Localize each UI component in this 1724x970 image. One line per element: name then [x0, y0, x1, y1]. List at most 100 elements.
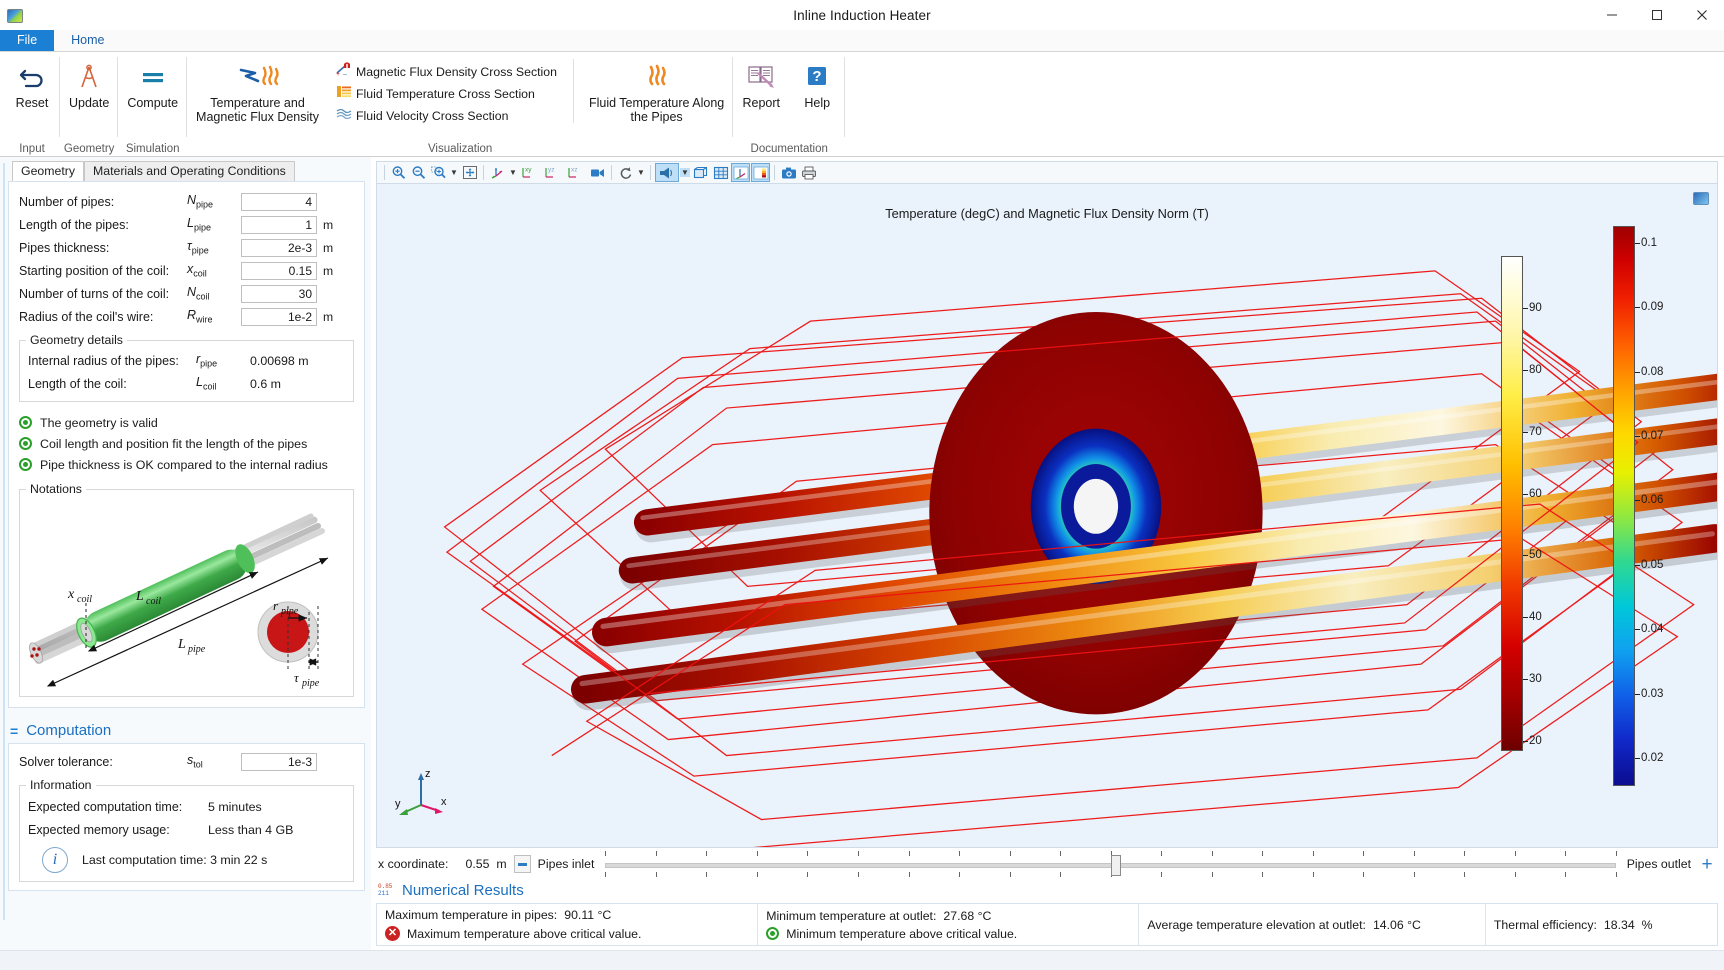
fluid-velocity-cross-section-button[interactable]: Fluid Velocity Cross Section [332, 105, 561, 127]
x-coordinate-value: 0.55 [455, 857, 489, 871]
svg-text:+: + [336, 71, 340, 77]
label-expected-memory-usage: Expected memory usage: [28, 823, 208, 837]
zoom-out-button[interactable] [409, 163, 428, 182]
show-grid-button[interactable] [691, 163, 710, 182]
temperature-colorbar-gradient [1501, 256, 1523, 751]
info-icon: i [42, 847, 68, 873]
computation-header: = Computation [10, 722, 365, 739]
numerical-results-title: Numerical Results [402, 882, 524, 899]
input-solver-tolerance[interactable] [241, 753, 317, 771]
computation-section: = Computation Solver tolerance: stol Inf… [8, 714, 365, 891]
compute-button[interactable]: Compute [118, 57, 187, 110]
field-length-of-the-pipes: Length of the pipes: Lpipe m [19, 213, 354, 236]
view-yz-button[interactable]: yz [542, 163, 564, 182]
value-internal-radius-of-the-pipes: 0.00698 m [250, 354, 309, 368]
notations-group: Notations [19, 489, 354, 697]
reset-button[interactable]: Reset [4, 57, 60, 110]
svg-text:τ: τ [294, 670, 300, 685]
x-coordinate-label: x coordinate: [378, 857, 448, 871]
chevron-down-icon[interactable]: ▼ [449, 168, 459, 177]
result-minimum-temperature-at-outlet: Minimum temperature at outlet: 27.68 °C … [757, 904, 1138, 945]
ribbon-group-label-input: Input [4, 141, 60, 157]
computation-card: Solver tolerance: stol Information Expec… [8, 743, 365, 891]
help-label: Help [804, 96, 830, 110]
field-pipes-thickness: Pipes thickness: τpipe m [19, 236, 354, 259]
go-to-default-view-button[interactable] [488, 163, 507, 182]
row-expected-memory-usage: Expected memory usage: Less than 4 GB [28, 818, 345, 841]
value-minimum-temperature-at-outlet: 27.68 °C [943, 909, 991, 923]
image-snapshot-button[interactable] [779, 163, 798, 182]
symbol-number-of-turns-of-the-coil: Ncoil [187, 285, 241, 302]
symbol-number-of-pipes: Npipe [187, 193, 241, 210]
color-legend-button[interactable] [751, 163, 770, 182]
symbol-radius-of-the-coils-wire: Rwire [187, 308, 241, 325]
chevron-down-icon[interactable]: ▼ [636, 168, 646, 177]
input-starting-position-of-the-coil[interactable] [241, 262, 317, 280]
symbol-starting-position-of-the-coil: xcoil [187, 262, 241, 279]
input-radius-of-the-coils-wire[interactable] [241, 308, 317, 326]
compass-icon [74, 60, 104, 94]
information-legend: Information [26, 778, 96, 792]
graphics-canvas[interactable]: Temperature (degC) and Magnetic Flux Den… [376, 183, 1718, 848]
input-length-of-the-pipes[interactable] [241, 216, 317, 234]
field-solver-tolerance: Solver tolerance: stol [19, 750, 354, 773]
last-computation-row: i Last computation time: 3 min 22 s [28, 847, 345, 873]
view-xz-button[interactable]: xz [565, 163, 587, 182]
computation-form: Solver tolerance: stol Information Expec… [9, 744, 364, 890]
tab-file[interactable]: File [0, 29, 54, 51]
ribbon: Reset Input Update [0, 52, 1724, 157]
tab-materials-and-operating-conditions[interactable]: Materials and Operating Conditions [84, 161, 295, 181]
zoom-box-button[interactable] [429, 163, 448, 182]
temperature-and-magnetic-flux-density-button[interactable]: Temperature and Magnetic Flux Density [187, 57, 328, 124]
svg-text:coil: coil [77, 594, 92, 605]
input-number-of-pipes[interactable] [241, 193, 317, 211]
help-button[interactable]: ? Help [789, 57, 845, 110]
zoom-in-button[interactable] [389, 163, 408, 182]
field-starting-position-of-the-coil: Starting position of the coil: xcoil m [19, 259, 354, 282]
report-label: Report [742, 96, 780, 110]
main-area: Geometry Materials and Operating Conditi… [0, 157, 1724, 950]
grid-button[interactable] [711, 163, 730, 182]
svg-text:0.85: 0.85 [378, 883, 393, 890]
flame-icon [640, 60, 674, 94]
magnetic-flux-density-colorbar-ticks: 0.1 0.09 0.08 0.07 0.06 0.05 0.04 0.03 0… [1635, 226, 1669, 786]
toolbar-separator [384, 165, 385, 180]
fluid-temperature-cross-section-button[interactable]: Fluid Temperature Cross Section [332, 83, 561, 105]
camera-button[interactable] [588, 163, 607, 182]
update-button[interactable]: Update [60, 57, 118, 110]
unit-starting-position-of-the-coil: m [323, 264, 333, 278]
input-pipes-thickness[interactable] [241, 239, 317, 257]
result-average-temperature-elevation-at-outlet: Average temperature elevation at outlet:… [1138, 904, 1485, 945]
fluid-temperature-along-the-pipes-button[interactable]: Fluid Temperature Along the Pipes [580, 57, 733, 124]
increase-button[interactable]: + [1698, 855, 1716, 874]
status-ok-icon [19, 416, 32, 429]
decrease-button[interactable] [514, 855, 531, 873]
x-coordinate-slider[interactable] [605, 850, 1615, 878]
symbol-pipes-thickness: τpipe [187, 239, 241, 256]
unit-radius-of-the-coils-wire: m [323, 310, 333, 324]
print-button[interactable] [799, 163, 818, 182]
tab-geometry[interactable]: Geometry [12, 161, 84, 182]
label-minimum-temperature-at-outlet: Minimum temperature at outlet: [766, 909, 936, 923]
lightning-flame-icon [235, 60, 281, 94]
graphics-toolbar: ▼ ▼ xy yz xz [376, 161, 1718, 183]
chevron-down-icon[interactable]: ▼ [508, 168, 518, 177]
report-button[interactable]: Report [733, 57, 789, 110]
update-label: Update [69, 96, 109, 110]
label-thermal-efficiency: Thermal efficiency: [1494, 918, 1597, 932]
input-number-of-turns-of-the-coil[interactable] [241, 285, 317, 303]
symbol-length-of-the-coil: Lcoil [196, 375, 250, 392]
check-pipe-thickness-text: Pipe thickness is OK compared to the int… [40, 458, 328, 472]
detail-internal-radius-of-the-pipes: Internal radius of the pipes: rpipe 0.00… [28, 349, 345, 372]
view-xy-button[interactable]: xy [519, 163, 541, 182]
ribbon-group-label-geometry: Geometry [60, 141, 118, 157]
magnetic-flux-density-cross-section-button[interactable]: + – Magnetic Flux Density Cross Section [332, 61, 561, 83]
zoom-extents-button[interactable] [460, 163, 479, 182]
chevron-down-icon[interactable]: ▼ [680, 168, 690, 177]
scene-light-button[interactable] [655, 163, 679, 182]
tab-home[interactable]: Home [54, 29, 121, 51]
fluid-temperature-cross-section-label: Fluid Temperature Cross Section [356, 87, 535, 101]
rotate-button[interactable] [616, 163, 635, 182]
axis-button[interactable] [731, 163, 750, 182]
slider-thumb[interactable] [1111, 855, 1121, 876]
